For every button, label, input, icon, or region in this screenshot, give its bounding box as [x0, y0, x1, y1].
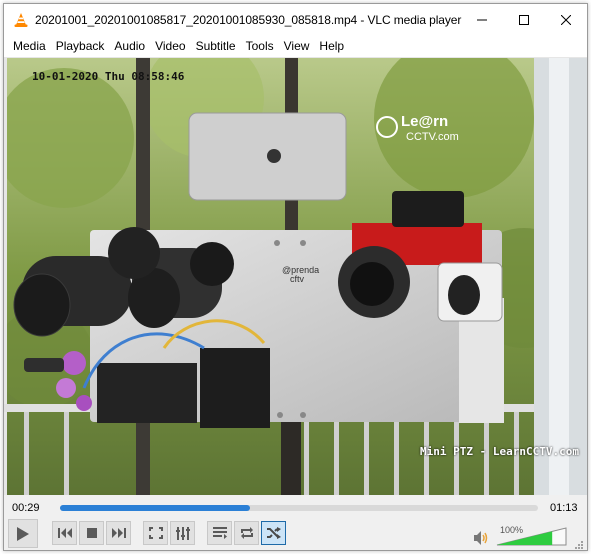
playback-controls: 00:29 01:13 100%: [4, 495, 587, 550]
osd-timestamp: 10-01-2020 Thu 08:58:46: [32, 70, 185, 83]
menu-playback[interactable]: Playback: [51, 37, 110, 56]
minimize-icon: [477, 19, 488, 20]
equalizer-sliders-icon: [175, 526, 190, 540]
stop-button[interactable]: [79, 521, 104, 545]
stop-icon: [86, 528, 97, 538]
play-button[interactable]: [8, 519, 38, 548]
skip-previous-icon: [57, 528, 72, 538]
shuffle-icon: [266, 527, 281, 539]
osd-caption: Mini PTZ - LearnCCTV.com: [420, 445, 579, 458]
window-title: 20201001_20201001085817_20201001085930_0…: [35, 12, 462, 27]
playlist-button[interactable]: [207, 521, 232, 545]
minimize-button[interactable]: [461, 4, 503, 35]
vlc-cone-icon: [13, 12, 29, 28]
maximize-icon: [519, 14, 530, 25]
volume-slider[interactable]: [496, 527, 567, 546]
seek-slider[interactable]: [60, 505, 538, 511]
menu-media[interactable]: Media: [8, 37, 51, 56]
maximize-button[interactable]: [503, 4, 545, 35]
menu-view[interactable]: View: [279, 37, 315, 56]
menu-video[interactable]: Video: [150, 37, 190, 56]
watermark-line2: CCTV.com: [406, 131, 459, 143]
menu-tools[interactable]: Tools: [241, 37, 279, 56]
volume-speaker-icon[interactable]: [474, 531, 490, 548]
extended-settings-button[interactable]: [170, 521, 195, 545]
loop-button[interactable]: [234, 521, 259, 545]
video-surface[interactable]: 10-01-2020 Thu 08:58:46 Mini PTZ - Learn…: [4, 58, 587, 495]
menu-bar: Media Playback Audio Video Subtitle Tool…: [4, 35, 587, 58]
close-button[interactable]: [545, 4, 587, 35]
device-label-line2: cftv: [290, 274, 305, 284]
device-label: @prenda cftv: [264, 266, 319, 284]
playlist-icon: [212, 527, 227, 539]
next-button[interactable]: [106, 521, 131, 545]
skip-next-icon: [111, 528, 126, 538]
random-button[interactable]: [261, 521, 286, 545]
title-bar: 20201001_20201001085817_20201001085930_0…: [4, 4, 587, 35]
close-icon: [561, 14, 572, 25]
elapsed-time: 00:29: [12, 502, 40, 514]
fullscreen-button[interactable]: [143, 521, 168, 545]
vlc-window: 20201001_20201001085817_20201001085930_0…: [3, 3, 588, 551]
menu-subtitle[interactable]: Subtitle: [191, 37, 241, 56]
resize-grip-icon[interactable]: [575, 538, 583, 549]
previous-button[interactable]: [52, 521, 77, 545]
play-icon: [17, 526, 29, 541]
fullscreen-icon: [148, 527, 163, 539]
total-time: 01:13: [550, 502, 578, 514]
loop-icon: [240, 527, 253, 539]
menu-help[interactable]: Help: [314, 37, 349, 56]
seek-progress: [60, 505, 250, 511]
watermark-line1: Le@rn: [401, 113, 449, 130]
watermark-camera-icon: [376, 116, 398, 138]
menu-audio[interactable]: Audio: [109, 37, 150, 56]
